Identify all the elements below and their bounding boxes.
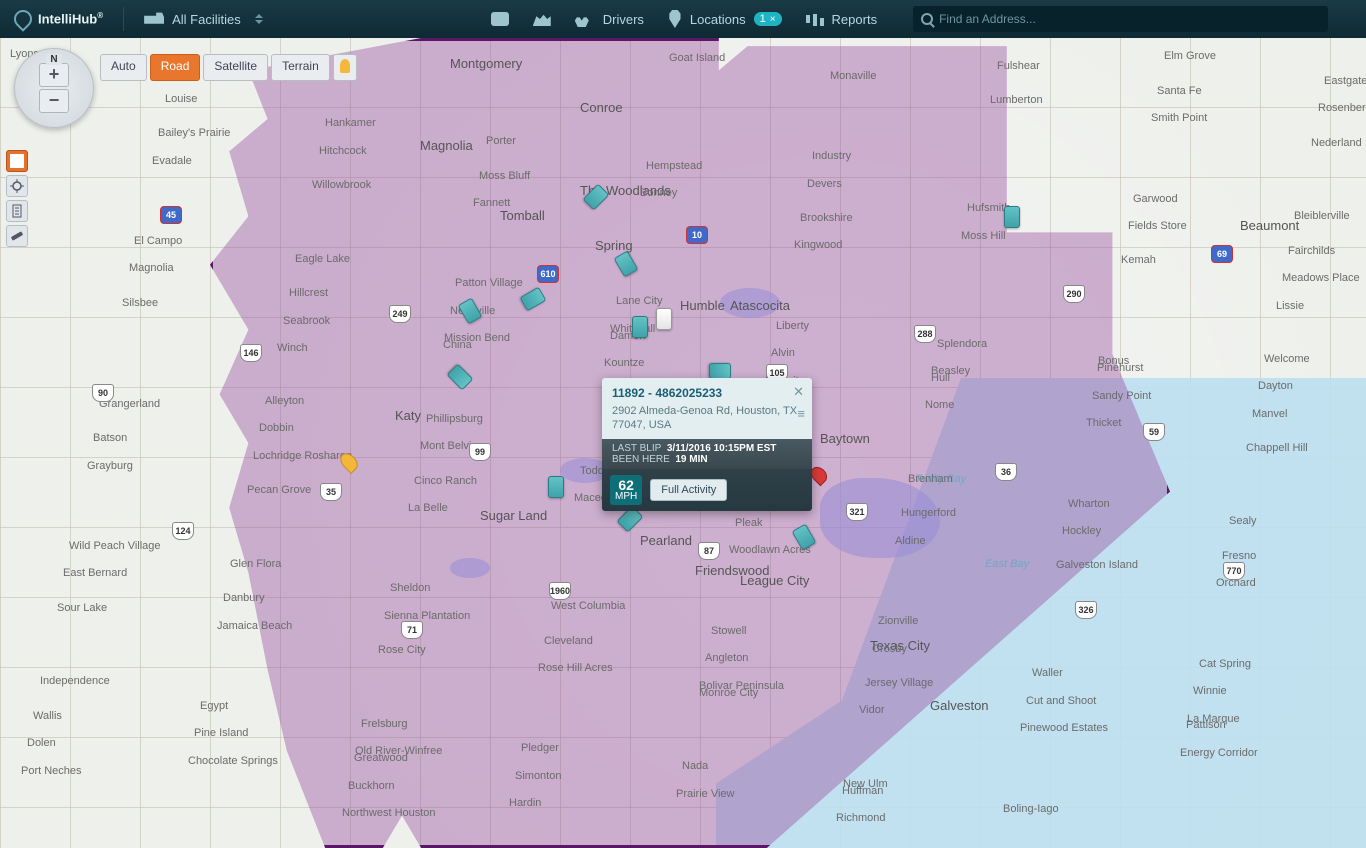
vehicle-marker[interactable]: [1004, 206, 1020, 228]
route-shield: 249: [389, 305, 411, 323]
address-search-input[interactable]: [939, 12, 1320, 26]
map-layer-toggle: Auto Road Satellite Terrain: [100, 54, 357, 81]
been-here-label: BEEN HERE: [612, 454, 670, 465]
chart-icon: [806, 12, 824, 26]
map-side-tools: [6, 150, 28, 247]
route-shield: 610: [537, 265, 559, 283]
route-shield: 69: [1211, 245, 1233, 263]
route-shield: 290: [1063, 285, 1085, 303]
vehicle-marker[interactable]: [656, 308, 672, 330]
hand-icon: [533, 12, 551, 26]
route-shield: 36: [995, 463, 1017, 481]
popup-footer: 62 MPH Full Activity: [602, 469, 812, 511]
locations-badge[interactable]: 1 ×: [754, 12, 782, 26]
full-activity-button[interactable]: Full Activity: [650, 479, 727, 501]
truck-icon: [144, 11, 164, 27]
layer-terrain-button[interactable]: Terrain: [271, 54, 330, 81]
vehicle-popup: 11892 - 4862025233 2902 Almeda-Genoa Rd,…: [602, 378, 812, 511]
route-shield: 99: [469, 443, 491, 461]
pin-icon: [668, 10, 682, 28]
nav-dispatch[interactable]: [521, 0, 563, 38]
route-shield: 770: [1223, 562, 1245, 580]
tool-measure[interactable]: [6, 225, 28, 247]
route-shield: 90: [92, 384, 114, 402]
top-navbar: IntelliHub® All Facilities Drivers Locat…: [0, 0, 1366, 38]
route-shield: 10: [686, 226, 708, 244]
app-name: IntelliHub®: [38, 11, 103, 26]
address-search[interactable]: [913, 6, 1328, 32]
popup-title: 11892 - 4862025233: [612, 386, 802, 400]
zoom-in-button[interactable]: +: [39, 63, 69, 87]
dropdown-caret-icon: [255, 14, 265, 24]
vehicle-marker[interactable]: [548, 476, 564, 498]
route-shield: 45: [160, 206, 182, 224]
reports-label: Reports: [832, 12, 878, 27]
last-blip-value: 3/11/2016 10:15PM EST: [667, 443, 777, 454]
facilities-label: All Facilities: [172, 12, 241, 27]
tool-list[interactable]: [6, 200, 28, 222]
nav-messages[interactable]: [479, 0, 521, 38]
route-shield: 87: [698, 542, 720, 560]
map-canvas[interactable]: ConroeSpringSugar LandPearlandLeague Cit…: [0, 38, 1366, 848]
drivers-label: Drivers: [603, 12, 644, 27]
popup-menu-button[interactable]: ≡: [797, 406, 804, 421]
route-shield: 321: [846, 503, 868, 521]
speech-icon: [491, 12, 509, 26]
layer-satellite-button[interactable]: Satellite: [203, 54, 268, 81]
layer-streetview-button[interactable]: [333, 54, 357, 81]
popup-close-button[interactable]: ✕: [793, 384, 804, 400]
tool-locate[interactable]: [6, 175, 28, 197]
route-shield: 124: [172, 522, 194, 540]
nav-reports[interactable]: Reports: [794, 0, 890, 38]
last-blip-label: LAST BLIP: [612, 443, 661, 454]
route-shield: 35: [320, 483, 342, 501]
route-shield: 326: [1075, 601, 1097, 619]
compass-control: N + −: [14, 48, 94, 128]
vehicle-marker[interactable]: [632, 316, 648, 338]
popup-speed: 62 MPH: [610, 475, 642, 505]
layer-road-button[interactable]: Road: [150, 54, 201, 81]
route-shield: 288: [914, 325, 936, 343]
route-shield: 1960: [549, 582, 571, 600]
locations-label: Locations: [690, 12, 746, 27]
logo-icon: [10, 6, 35, 31]
been-here-value: 19 MIN: [675, 454, 707, 465]
popup-header: 11892 - 4862025233 2902 Almeda-Genoa Rd,…: [602, 378, 812, 439]
app-logo[interactable]: IntelliHub®: [0, 10, 117, 28]
zoom-out-button[interactable]: −: [39, 89, 69, 113]
nav-drivers[interactable]: Drivers: [563, 0, 656, 38]
search-icon: [921, 13, 933, 25]
nav-separator: [123, 7, 124, 31]
route-shield: 146: [240, 344, 262, 362]
nav-locations[interactable]: Locations 1 ×: [656, 0, 794, 38]
badge-close-icon[interactable]: ×: [770, 14, 776, 25]
popup-address: 2902 Almeda-Genoa Rd, Houston, TX 77047,…: [612, 404, 802, 433]
layer-auto-button[interactable]: Auto: [100, 54, 147, 81]
tool-fullscreen[interactable]: [6, 150, 28, 172]
popup-meta: LAST BLIP 3/11/2016 10:15PM EST BEEN HER…: [602, 439, 812, 469]
compass-north-label: N: [46, 54, 61, 65]
person-icon: [340, 59, 350, 73]
people-icon: [575, 11, 595, 27]
facilities-dropdown[interactable]: All Facilities: [130, 0, 279, 38]
vehicle-marker[interactable]: [709, 363, 731, 379]
lake: [450, 558, 490, 578]
lake: [720, 288, 780, 318]
route-shield: 59: [1143, 423, 1165, 441]
route-shield: 71: [401, 621, 423, 639]
